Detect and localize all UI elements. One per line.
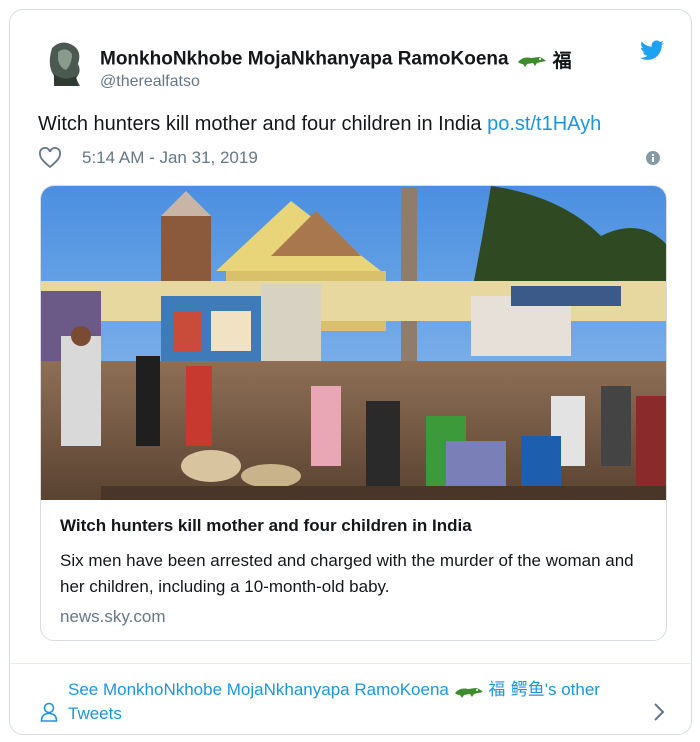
card-description: Six men have been arrested and charged w… xyxy=(60,551,634,596)
tweet-card: MonkhoNkhobe MojaNkhanyapa RamoKoena 福 @t… xyxy=(9,9,692,735)
footer-prefix: See MonkhoNkhobe MojaNkhanyapa RamoKoena xyxy=(68,680,449,699)
heart-icon[interactable] xyxy=(38,147,62,169)
footer-glyphs: 福 鳄鱼 xyxy=(488,680,545,700)
twitter-bird-icon[interactable] xyxy=(639,40,665,62)
card-title: Witch hunters kill mother and four child… xyxy=(60,516,472,535)
article-photo xyxy=(41,186,666,500)
name-badge-glyph: 福 xyxy=(552,50,572,72)
display-name[interactable]: MonkhoNkhobe MojaNkhanyapa RamoKoena 福 xyxy=(100,46,572,73)
user-icon xyxy=(40,702,58,722)
tweet-text-body: Witch hunters kill mother and four child… xyxy=(38,113,482,135)
tweet-text: Witch hunters kill mother and four child… xyxy=(38,113,671,136)
avatar[interactable] xyxy=(42,38,86,88)
crocodile-emoji xyxy=(517,56,546,67)
handle[interactable]: @therealfatso xyxy=(100,73,200,91)
tweet-link[interactable]: po.st/t1HAyh xyxy=(487,113,601,135)
crocodile-emoji xyxy=(454,687,483,698)
tweet-meta: 5:14 AM - Jan 31, 2019 xyxy=(38,146,669,170)
timestamp[interactable]: 5:14 AM - Jan 31, 2019 xyxy=(82,148,258,168)
see-other-tweets-link[interactable]: See MonkhoNkhobe MojaNkhanyapa RamoKoena… xyxy=(68,678,628,726)
chevron-right-icon[interactable] xyxy=(653,702,665,722)
link-preview-card[interactable]: Witch hunters kill mother and four child… xyxy=(40,185,667,641)
see-other-tweets[interactable]: See MonkhoNkhobe MojaNkhanyapa RamoKoena… xyxy=(10,664,691,734)
info-icon[interactable] xyxy=(645,150,661,166)
display-name-text: MonkhoNkhobe MojaNkhanyapa RamoKoena xyxy=(100,48,509,70)
card-domain: news.sky.com xyxy=(60,607,166,626)
name-badges: 福 xyxy=(517,46,572,73)
